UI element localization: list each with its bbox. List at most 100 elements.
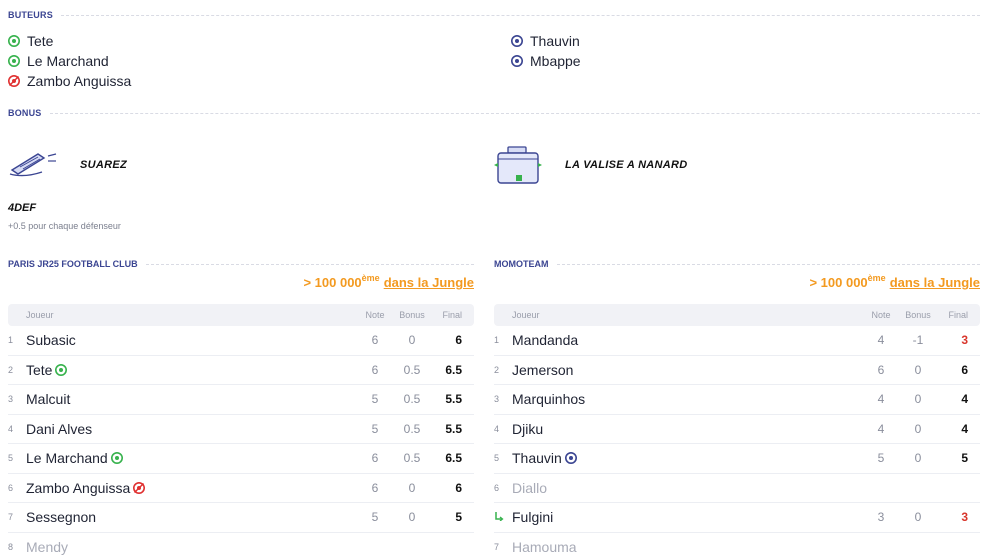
player-name: Diallo (512, 480, 866, 496)
rank-suffix: ème (867, 273, 886, 283)
lineup-table: Joueur Note Bonus Final 1 Mandanda 4 -1 … (494, 304, 980, 556)
player-final: 3 (961, 333, 968, 348)
player-name: Sessegnon (26, 509, 360, 525)
player-bonus: 0 (408, 333, 416, 348)
player-number: 7 (494, 541, 500, 552)
table-row[interactable]: 5 Le Marchand 6 0.5 6.5 (8, 444, 474, 474)
table-header: Joueur Note Bonus Final (494, 304, 980, 326)
col-bonus: Bonus (399, 310, 425, 320)
formation-description: +0.5 pour chaque défenseur (8, 221, 121, 231)
player-name-text: Tete (26, 361, 53, 378)
rank-link[interactable]: dans la Jungle (890, 275, 980, 290)
divider (556, 263, 980, 265)
goal-icon (8, 35, 20, 47)
substitution-icon (494, 511, 508, 522)
table-row[interactable]: 8 Mendy (8, 533, 474, 556)
player-final: 6.5 (445, 451, 462, 466)
rank-value: > 100 000 (303, 275, 362, 290)
table-row[interactable]: 6 Diallo (494, 474, 980, 503)
scorer-name: Mbappe (530, 53, 581, 69)
lineup-table: Joueur Note Bonus Final 1 Subasic 6 0 6 … (8, 304, 474, 556)
player-note: 4 (877, 392, 885, 407)
rank-value: > 100 000 (809, 275, 868, 290)
own-goal-icon (8, 75, 20, 87)
team-name: PARIS JR25 FOOTBALL CLUB (8, 259, 138, 269)
player-bonus: 0 (914, 451, 922, 466)
player-bonus: 0 (914, 510, 922, 525)
col-note: Note (365, 310, 385, 320)
player-name-text: Thauvin (512, 450, 562, 467)
player-number: 7 (8, 512, 14, 523)
table-row[interactable]: 3 Marquinhos 4 0 4 (494, 385, 980, 415)
player-name: Subasic (26, 332, 360, 348)
player-name: Jemerson (512, 362, 866, 378)
player-number: 1 (494, 335, 500, 346)
player-name: Djiku (512, 421, 866, 437)
player-number: 4 (8, 423, 14, 434)
player-name-text: Marquinhos (512, 391, 586, 408)
table-row[interactable]: 2 Jemerson 6 0 6 (494, 356, 980, 385)
team-header: PARIS JR25 FOOTBALL CLUB (8, 259, 474, 269)
player-name: Malcuit (26, 391, 360, 407)
own-goal-icon (133, 481, 146, 494)
player-name: Hamouma (512, 539, 866, 555)
table-row[interactable]: 1 Subasic 6 0 6 (8, 326, 474, 356)
player-final: 4 (961, 392, 968, 407)
player-number: 6 (494, 482, 500, 493)
scorer-name: Zambo Anguissa (27, 73, 132, 89)
bonus-right-name: LA VALISE A NANARD (565, 159, 688, 171)
formation-title: 4DEF (8, 202, 37, 214)
player-bonus: 0 (914, 421, 922, 436)
player-number: 5 (8, 453, 14, 464)
player-note: 5 (371, 510, 379, 525)
table-row[interactable]: Fulgini 3 0 3 (494, 503, 980, 533)
player-name-text: Jemerson (512, 361, 574, 378)
player-note: 3 (877, 510, 885, 525)
player-final: 5.5 (445, 421, 462, 436)
table-row[interactable]: 4 Dani Alves 5 0.5 5.5 (8, 415, 474, 444)
team-header: MOMOTEAM (494, 259, 980, 269)
player-name: Le Marchand (26, 450, 360, 466)
player-number: 1 (8, 335, 14, 346)
goal-icon (564, 452, 577, 465)
player-bonus: 0.5 (403, 392, 421, 407)
player-name-text: Diallo (512, 479, 548, 496)
player-name-text: Fulgini (512, 509, 554, 526)
rank-link[interactable]: dans la Jungle (384, 275, 474, 290)
player-name-text: Djiku (512, 420, 544, 437)
player-note: 6 (371, 362, 379, 377)
goal-icon (511, 55, 523, 67)
player-bonus: 0 (408, 480, 416, 495)
table-row[interactable]: 6 Zambo Anguissa 6 0 6 (8, 474, 474, 503)
player-bonus: 0 (914, 392, 922, 407)
player-name-text: Malcuit (26, 391, 71, 408)
player-note: 4 (877, 333, 885, 348)
team-name: MOMOTEAM (494, 259, 549, 269)
table-row[interactable]: 2 Tete 6 0.5 6.5 (8, 356, 474, 385)
player-note: 6 (371, 480, 379, 495)
player-note: 5 (371, 392, 379, 407)
player-number: 2 (494, 364, 500, 375)
player-final: 5.5 (445, 392, 462, 407)
table-row[interactable]: 7 Hamouma (494, 533, 980, 556)
scorer-item: Zambo Anguissa (8, 71, 131, 91)
player-final: 3 (961, 510, 968, 525)
goal-icon (8, 55, 20, 67)
player-bonus: 0.5 (403, 421, 421, 436)
table-row[interactable]: 1 Mandanda 4 -1 3 (494, 326, 980, 356)
table-row[interactable]: 3 Malcuit 5 0.5 5.5 (8, 385, 474, 415)
table-header: Joueur Note Bonus Final (8, 304, 474, 326)
scorers-title: BUTEURS (8, 10, 53, 20)
player-number: 6 (8, 482, 14, 493)
player-note: 6 (371, 451, 379, 466)
scorer-name: Thauvin (530, 33, 580, 49)
player-name-text: Mendy (26, 538, 69, 555)
table-row[interactable]: 7 Sessegnon 5 0 5 (8, 503, 474, 533)
player-note: 6 (877, 362, 885, 377)
table-row[interactable]: 4 Djiku 4 0 4 (494, 415, 980, 444)
bonus-section-header: BONUS (8, 108, 980, 118)
player-number: 5 (494, 453, 500, 464)
player-number: 8 (8, 541, 14, 552)
player-number: 4 (494, 423, 500, 434)
table-row[interactable]: 5 Thauvin 5 0 5 (494, 444, 980, 474)
